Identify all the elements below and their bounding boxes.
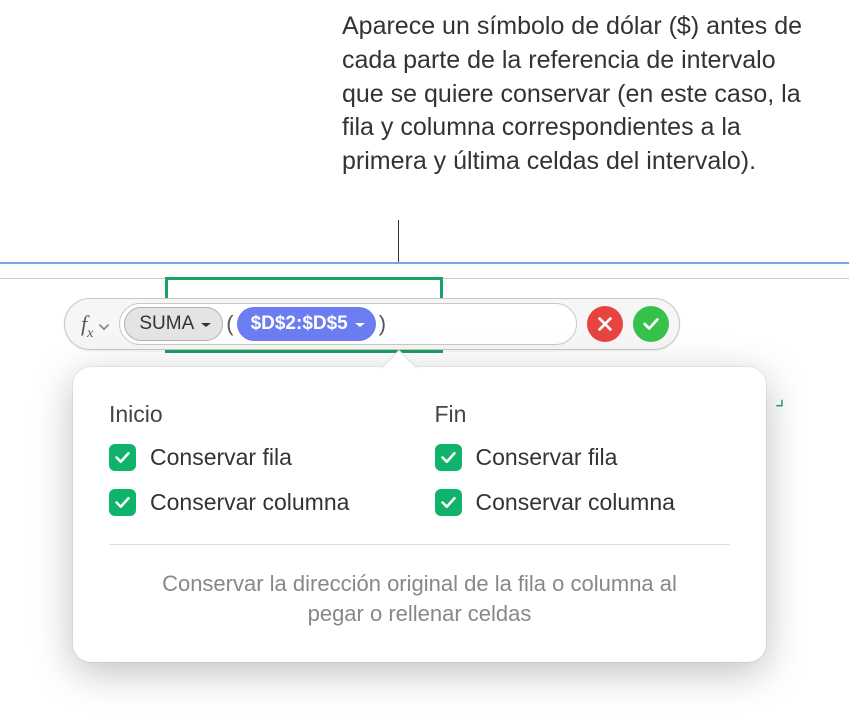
end-preserve-row-checkbox[interactable] [435,444,462,471]
function-name-label: SUMA [139,313,194,335]
reference-options-popover: Inicio Conservar fila Conservar columna … [73,367,766,662]
popover-footer-text: Conservar la dirección original de la fi… [109,569,730,628]
end-preserve-column-checkbox[interactable] [435,489,462,516]
close-paren: ) [379,311,386,337]
end-preserve-column-label: Conservar columna [476,489,675,516]
cancel-button[interactable] [587,306,623,342]
check-icon [440,449,457,466]
start-header: Inicio [109,401,405,428]
formula-editor: fx SUMA ( $D$2:$D$5 ) [64,298,680,350]
annotation-text: Aparece un símbolo de dólar ($) antes de… [342,10,822,179]
start-preserve-column-label: Conservar columna [150,489,349,516]
check-icon [114,449,131,466]
check-icon [114,494,131,511]
x-icon [596,315,614,333]
popover-divider [109,544,730,545]
cell-corner-mark: ⌟ [775,386,784,411]
end-column: Fin Conservar fila Conservar columna [435,401,731,534]
fx-icon[interactable]: fx [81,311,109,337]
start-preserve-column-checkbox[interactable] [109,489,136,516]
reference-label: $D$2:$D$5 [251,313,348,335]
end-preserve-row-label: Conservar fila [476,444,618,471]
start-column: Inicio Conservar fila Conservar columna [109,401,405,534]
chevron-down-icon [99,311,109,337]
open-paren: ( [226,311,233,337]
check-icon [440,494,457,511]
start-preserve-row-label: Conservar fila [150,444,292,471]
caret-down-icon [354,313,366,335]
caret-down-icon [200,313,212,335]
end-header: Fin [435,401,731,428]
reference-token[interactable]: $D$2:$D$5 [237,307,376,341]
accept-button[interactable] [633,306,669,342]
start-preserve-row-checkbox[interactable] [109,444,136,471]
function-token[interactable]: SUMA [124,307,223,341]
formula-content-area[interactable]: SUMA ( $D$2:$D$5 ) [119,303,577,345]
check-icon [642,315,660,333]
